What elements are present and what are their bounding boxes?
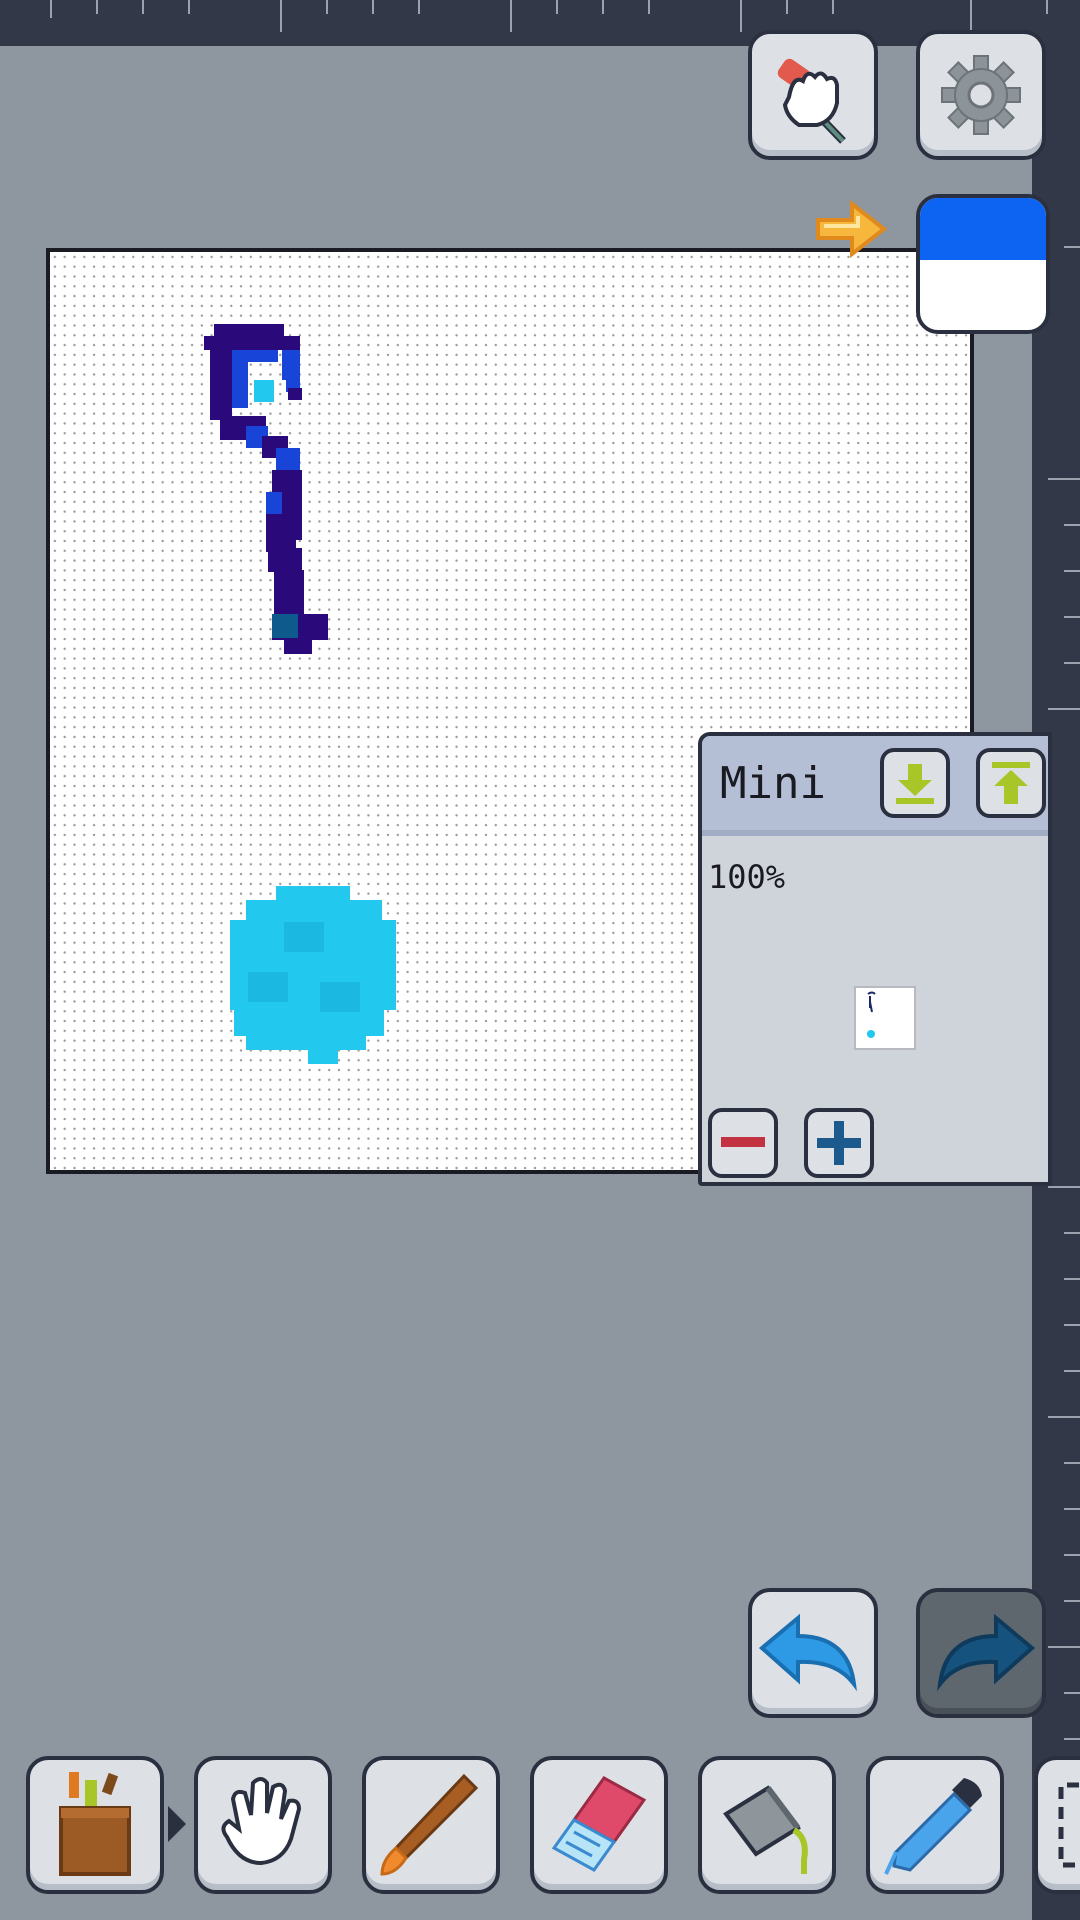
edit-tools-button[interactable] [748, 30, 878, 160]
eraser-tool-button[interactable] [530, 1756, 668, 1894]
eyedropper-tool-button[interactable] [866, 1756, 1004, 1894]
zoom-in-button[interactable] [804, 1108, 874, 1178]
undo-icon [758, 1613, 857, 1692]
mini-download-button[interactable] [880, 748, 950, 818]
edit-tools-icon [777, 58, 846, 144]
arrow-right-icon [816, 199, 888, 259]
toolbox-button[interactable] [26, 1756, 164, 1894]
mini-upload-button[interactable] [976, 748, 1046, 818]
hand-tool-button[interactable] [194, 1756, 332, 1894]
top-ruler [0, 0, 1080, 46]
eraser-icon [551, 1776, 647, 1872]
mini-thumbnail [854, 986, 916, 1050]
zoom-out-button[interactable] [708, 1108, 778, 1178]
bucket-tool-button[interactable] [698, 1756, 836, 1894]
zoom-out-icon [721, 1137, 765, 1147]
cyan-blob-drawing [230, 886, 396, 1064]
toolbox-icon [59, 1772, 131, 1876]
eyedropper-icon [884, 1778, 982, 1875]
upload-icon [992, 762, 1030, 804]
mini-panel-title: Mini [720, 758, 826, 809]
mini-zoom-level: 100% [708, 858, 786, 896]
select-icon [1058, 1782, 1079, 1868]
redo-button[interactable] [916, 1588, 1046, 1718]
brush-icon [380, 1773, 479, 1876]
zoom-in-icon [817, 1121, 861, 1165]
settings-button[interactable] [916, 30, 1046, 160]
hook-drawing [204, 324, 328, 654]
brush-tool-button[interactable] [362, 1756, 500, 1894]
undo-button[interactable] [748, 1588, 878, 1718]
primary-color [920, 198, 1046, 260]
redo-icon [937, 1613, 1036, 1692]
mini-panel: Mini 100% [698, 732, 1052, 1186]
gear-icon [941, 55, 1021, 135]
download-icon [896, 764, 934, 804]
hand-icon [221, 1777, 302, 1866]
select-tool-button[interactable] [1034, 1756, 1080, 1894]
toolbox-expand-arrow [168, 1806, 186, 1842]
mini-panel-header[interactable]: Mini [702, 736, 1048, 836]
bucket-icon [723, 1785, 808, 1874]
color-swatch[interactable] [916, 194, 1050, 334]
